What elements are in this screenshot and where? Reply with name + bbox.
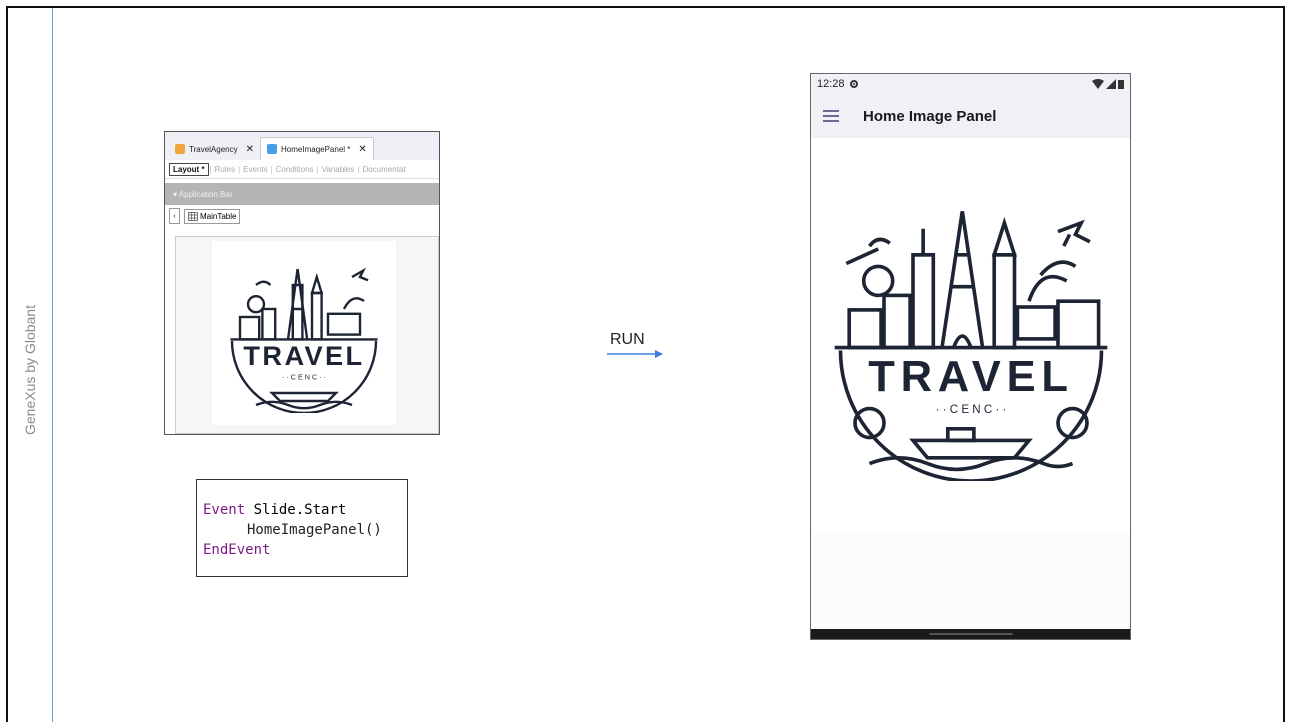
slide-divider (52, 8, 53, 722)
subtab-conditions[interactable]: Conditions (274, 165, 316, 174)
subtab-rules[interactable]: Rules (213, 165, 237, 174)
logo-word: TRAVEL (868, 353, 1074, 401)
travel-logo-image[interactable]: TRAVEL · · C E N C · · (212, 241, 396, 425)
code-line-3: EndEvent (203, 542, 271, 558)
app-bar: Home Image Panel (811, 94, 1130, 138)
subtab-documentation[interactable]: Documentat (360, 165, 407, 174)
tab-label: HomeImagePanel * (281, 144, 351, 154)
system-nav-bar (811, 629, 1130, 639)
logo-subword: · · C E N C · · (282, 372, 326, 381)
table-icon (188, 211, 198, 221)
status-time: 12:28 (817, 78, 845, 90)
ide-subtab-bar: Layout * | Rules | Events | Conditions |… (165, 160, 439, 179)
subtab-layout[interactable]: Layout * (169, 162, 209, 176)
signal-icon (1106, 79, 1116, 89)
maintable-label: MainTable (200, 211, 237, 221)
code-line-1: Event Slide.Start (203, 500, 407, 520)
ide-tab-bar: TravelAgency ✕ HomeImagePanel * ✕ (165, 132, 439, 160)
wifi-icon (1092, 79, 1104, 89)
tab-travelagency[interactable]: TravelAgency ✕ (169, 138, 260, 160)
home-gesture-pill[interactable] (929, 633, 1013, 635)
logo-subword: · · C E N C · · (935, 402, 1006, 415)
tab-homeimagepanel[interactable]: HomeImagePanel * ✕ (260, 137, 374, 160)
code-snippet: Event Slide.Start HomeImagePanel() EndEv… (196, 479, 408, 577)
page-title: Home Image Panel (863, 107, 997, 125)
close-icon[interactable]: ✕ (246, 144, 254, 155)
battery-icon (1118, 80, 1124, 89)
subtab-events[interactable]: Events (241, 165, 269, 174)
close-icon[interactable]: ✕ (358, 144, 366, 155)
ide-toolbar: ‹ MainTable (165, 205, 439, 227)
status-bar: 12:28 (811, 74, 1130, 94)
subtab-variables[interactable]: Variables (320, 165, 357, 174)
code-text: Slide.Start (245, 502, 347, 518)
layout-canvas[interactable]: TRAVEL · · C E N C · · (175, 236, 439, 434)
code-line-2: HomeImagePanel() (247, 522, 382, 538)
object-icon (175, 144, 185, 154)
image-panel: TRAVEL · · C E N C · · (811, 138, 1130, 533)
maintable-control[interactable]: MainTable (184, 208, 241, 224)
application-bar-section[interactable]: ▾ Application Bar (165, 183, 439, 205)
travel-logo-small: TRAVEL · · C E N C · · (230, 267, 378, 413)
ide-window: TravelAgency ✕ HomeImagePanel * ✕ Layout… (164, 131, 440, 435)
logo-word: TRAVEL (243, 340, 364, 371)
panel-icon (267, 144, 278, 154)
collapse-button[interactable]: ‹ (169, 208, 180, 224)
gear-icon (849, 80, 858, 88)
run-label: RUN (610, 331, 645, 348)
phone-preview: 12:28 Home Image Panel TRAVEL · · C E N … (810, 73, 1131, 640)
arrow-right-icon (607, 350, 663, 358)
brand-vertical-label: GeneXus by Globant (22, 305, 38, 435)
tab-label: TravelAgency (189, 144, 238, 154)
code-keyword: Event (203, 502, 246, 518)
travel-logo-large: TRAVEL · · C E N C · · (834, 210, 1107, 481)
menu-icon[interactable] (823, 110, 839, 122)
